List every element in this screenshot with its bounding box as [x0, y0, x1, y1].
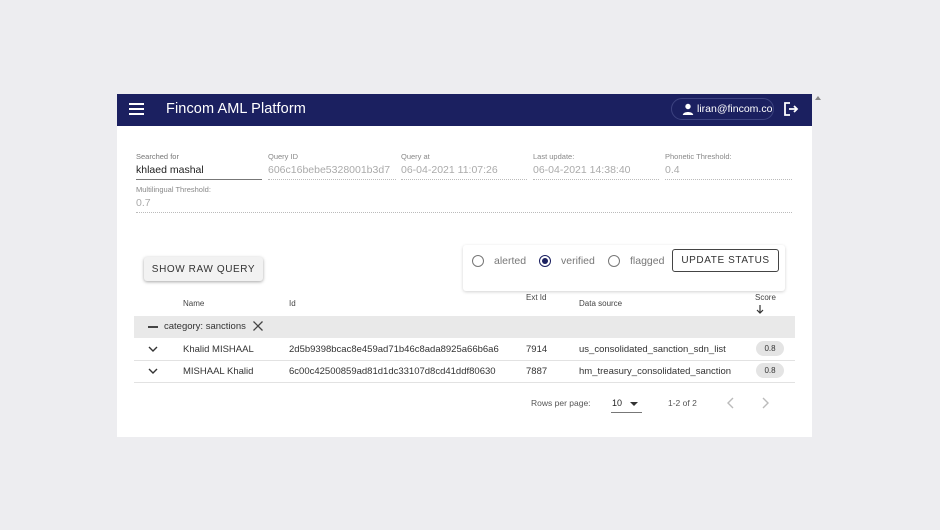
- dropdown-arrow-icon: [630, 402, 638, 406]
- group-row-sanctions: category: sanctions: [134, 316, 795, 338]
- row-ext-id: 7887: [526, 366, 548, 377]
- rows-per-page-select[interactable]: 10: [611, 394, 642, 413]
- score-badge: 0.8: [756, 341, 784, 356]
- close-icon[interactable]: [252, 320, 264, 332]
- last-update-value: 06-04-2021 14:38:40: [533, 164, 659, 180]
- scroll-up-arrow[interactable]: [815, 96, 821, 100]
- logout-icon[interactable]: [783, 101, 799, 117]
- phonetic-threshold-value: 0.4: [665, 164, 792, 180]
- radio-circle: [472, 255, 484, 267]
- phonetic-threshold-field: Phonetic Threshold: 0.4: [665, 152, 792, 180]
- query-id-field: Query ID 606c16bebe5328001b3d7: [268, 152, 396, 180]
- radio-alerted[interactable]: alerted: [472, 255, 526, 267]
- rows-per-page-value: 10: [612, 398, 623, 408]
- group-label: category: sanctions: [164, 321, 246, 332]
- row-data-source: hm_treasury_consolidated_sanction: [579, 366, 732, 377]
- status-panel: alerted verified flagged UPDATE STATUS: [463, 245, 785, 291]
- radio-flagged[interactable]: flagged: [608, 255, 664, 267]
- table-row[interactable]: MISHAAL Khalid 6c00c42500859ad81d1dc3310…: [134, 360, 795, 383]
- radio-alerted-label: alerted: [494, 255, 527, 267]
- multilingual-threshold-label: Multilingual Threshold:: [136, 185, 211, 194]
- table-row[interactable]: Khalid MISHAAL 2d5b9398bcac8e459ad71b46c…: [134, 338, 795, 361]
- query-id-value: 606c16bebe5328001b3d7: [268, 164, 396, 180]
- user-account-button[interactable]: liran@fincom.co: [671, 98, 774, 120]
- last-update-label: Last update:: [533, 152, 575, 161]
- query-at-label: Query at: [401, 152, 430, 161]
- collapse-group-icon[interactable]: [148, 326, 158, 328]
- menu-icon[interactable]: [129, 103, 144, 117]
- row-id: 2d5b9398bcac8e459ad71b46c8ada8925a66b6a6: [289, 344, 499, 355]
- query-id-label: Query ID: [268, 152, 299, 161]
- query-at-field: Query at 06-04-2021 11:07:26: [401, 152, 527, 180]
- searched-for-field: Searched for khlaed mashal: [136, 152, 262, 180]
- row-name: Khalid MISHAAL: [183, 344, 254, 355]
- row-ext-id: 7914: [526, 344, 548, 355]
- score-badge: 0.8: [756, 363, 784, 378]
- query-at-value: 06-04-2021 11:07:26: [401, 164, 527, 180]
- multilingual-threshold-field: Multilingual Threshold: 0.7: [136, 185, 792, 213]
- column-header-score-label: Score: [755, 293, 776, 302]
- update-status-button[interactable]: UPDATE STATUS: [672, 249, 779, 272]
- column-header-data-source[interactable]: Data source: [579, 299, 622, 308]
- multilingual-threshold-value: 0.7: [136, 197, 792, 213]
- radio-verified[interactable]: verified: [539, 255, 595, 267]
- user-icon: [682, 103, 694, 115]
- radio-circle: [608, 255, 620, 267]
- searched-for-label: Searched for: [136, 152, 179, 161]
- rows-per-page-label: Rows per page:: [531, 398, 591, 408]
- radio-circle: [539, 255, 551, 267]
- column-header-score[interactable]: Score: [755, 293, 776, 314]
- app-window: Fincom AML Platform liran@fincom.co Sear…: [117, 94, 812, 437]
- user-email: liran@fincom.co: [697, 103, 773, 115]
- column-header-ext-id[interactable]: Ext Id: [526, 293, 546, 302]
- show-raw-query-button[interactable]: SHOW RAW QUERY: [144, 257, 263, 281]
- radio-verified-label: verified: [561, 255, 595, 267]
- chevron-down-icon[interactable]: [148, 367, 158, 375]
- next-page-icon[interactable]: [760, 396, 770, 410]
- row-name: MISHAAL Khalid: [183, 366, 254, 377]
- sort-descending-icon[interactable]: [755, 304, 765, 314]
- last-update-field: Last update: 06-04-2021 14:38:40: [533, 152, 659, 180]
- phonetic-threshold-label: Phonetic Threshold:: [665, 152, 732, 161]
- radio-flagged-label: flagged: [630, 255, 665, 267]
- app-title: Fincom AML Platform: [166, 101, 306, 117]
- top-app-bar: Fincom AML Platform liran@fincom.co: [117, 94, 812, 126]
- previous-page-icon[interactable]: [726, 396, 736, 410]
- column-header-name[interactable]: Name: [183, 299, 204, 308]
- row-id: 6c00c42500859ad81d1dc33107d8cd41ddf80630: [289, 366, 496, 377]
- searched-for-value: khlaed mashal: [136, 164, 262, 180]
- column-header-id[interactable]: Id: [289, 299, 296, 308]
- pagination-range: 1-2 of 2: [668, 398, 697, 408]
- row-data-source: us_consolidated_sanction_sdn_list: [579, 344, 726, 355]
- chevron-down-icon[interactable]: [148, 345, 158, 353]
